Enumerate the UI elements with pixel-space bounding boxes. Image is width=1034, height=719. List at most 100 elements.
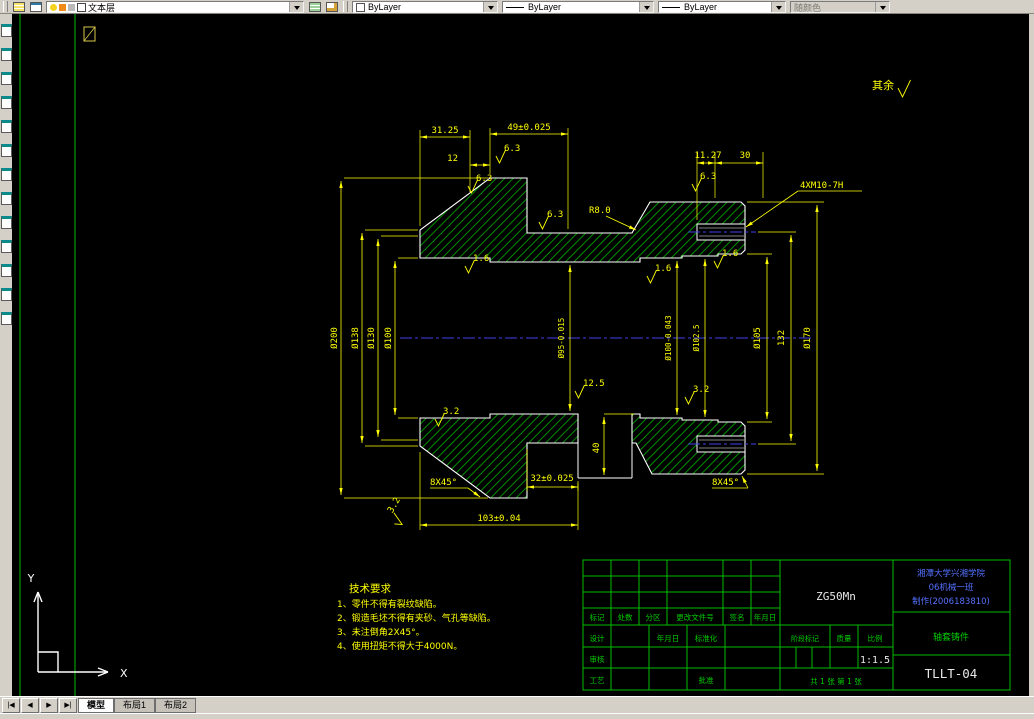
docked-icon[interactable] [1,168,12,181]
tech-note-4: 4、使用扭矩不得大于4000N。 [337,640,462,652]
dimension-texts: 31.25 49±0.025 12 11.27 30 4XM10-7H R8.0… [329,78,894,524]
docked-icon[interactable] [1,216,12,229]
layers-icon[interactable] [11,1,26,12]
linetype-dropdown-arrow[interactable] [639,2,653,12]
tapped-hole-bottom [688,435,756,453]
ucs-icon: Y X [27,572,128,680]
lineweight-sample [662,6,680,8]
current-linetype: ByLayer [528,2,562,12]
tb-scale-label: 比例 [868,633,883,643]
tb-process-label: 工艺 [590,676,605,685]
lineweight-dropdown-arrow[interactable] [771,2,785,12]
layer-lock-icon [68,3,75,11]
tb-design-label: 设计 [590,633,605,643]
tech-note-1: 1、零件不得有裂纹缺陷。 [337,598,442,610]
linetype-sample [506,6,524,8]
tech-note-2: 2、锻造毛坯不得有夹砂、气孔等缺陷。 [337,612,496,624]
docked-icon[interactable] [1,72,12,85]
dim-thread: 4XM10-7H [800,181,843,191]
docked-icon[interactable] [1,48,12,61]
tb-header-mark: 标记 [590,612,605,622]
tb-part-name: 轴套铸件 [933,631,969,643]
tb-class: 06机械一班 [929,582,974,593]
docked-icon[interactable] [1,192,12,205]
roughness-3-2-rotated: 3.2 [386,496,403,515]
roughness-3-2: 3.2 [693,385,709,395]
tech-note-3: 3、未注倒角2X45°。 [337,626,425,638]
title-block: 标记 处数 分区 更改文件号 签名 年月日 设计 年月日 标准化 审核 工艺 批… [582,559,1011,691]
dim-dia95: Ø95-0.015 [557,318,566,359]
linetype-dropdown[interactable]: ByLayer [502,1,654,13]
tb-date-label: 年月日 [657,633,680,643]
layer-dropdown[interactable]: 文本层 [46,1,304,13]
dim-dia100-left: Ø100 [383,327,394,349]
dim-40: 40 [592,443,602,454]
current-color: ByLayer [368,2,402,12]
dim-dia102-5: Ø102.5 [692,324,701,351]
dim-dia170: Ø170 [802,327,813,349]
tb-student-id: 制作(2006183810) [912,596,990,607]
tab-nav-prev[interactable]: ◀ [21,697,39,713]
tab-model[interactable]: 模型 [78,697,115,713]
make-layer-current-icon[interactable] [307,1,322,12]
roughness-6-3: 6.3 [547,210,563,220]
drawing-canvas[interactable]: 31.25 49±0.025 12 11.27 30 4XM10-7H R8.0… [12,13,1029,696]
tb-header-date: 年月日 [754,612,777,622]
toolbar-grip[interactable] [3,1,8,12]
tb-material: ZG50Mn [816,590,856,603]
dim-11-27: 11.27 [694,151,721,161]
docked-icon[interactable] [1,312,12,325]
tapped-hole-top [688,223,756,241]
sheet-frame [19,13,96,696]
docked-icon[interactable] [1,288,12,301]
tb-check-label: 审核 [590,654,605,664]
docked-icon[interactable] [1,96,12,109]
layer-dropdown-arrow[interactable] [289,2,303,12]
docked-icon[interactable] [1,264,12,277]
tb-drawing-number: TLLT-04 [925,666,978,681]
tb-sheet-note: 共 1 张 第 1 张 [810,676,862,686]
tab-nav-last[interactable]: ▶| [59,697,77,713]
tb-header-docno: 更改文件号 [676,612,714,622]
docked-icon[interactable] [1,144,12,157]
roughness-6-3: 6.3 [700,172,716,182]
current-plotstyle: 随颜色 [794,2,822,13]
layer-previous-icon[interactable] [324,1,339,12]
tab-layout1[interactable]: 布局1 [114,697,156,713]
ucs-y-label: Y [27,572,35,585]
dim-31-25: 31.25 [431,126,458,136]
dim-30: 30 [740,151,751,161]
tb-school: 湘潭大学兴湘学院 [917,568,986,579]
layer-states-icon[interactable] [28,1,43,12]
roughness-1-6: 1.6 [722,249,738,259]
plotstyle-dropdown-arrow [875,2,889,12]
model-space-canvas[interactable]: 31.25 49±0.025 12 11.27 30 4XM10-7H R8.0… [12,13,1029,696]
roughness-6-3: 6.3 [504,144,520,154]
tb-standard-label: 标准化 [695,633,718,643]
toolbar-grip-2[interactable] [343,1,348,12]
docked-icon[interactable] [1,120,12,133]
tb-weight-label: 质量 [837,633,852,643]
command-window-edge [0,713,1034,719]
tab-nav-next[interactable]: ▶ [40,697,58,713]
color-swatch [356,2,365,12]
dim-dia100-right: Ø100-0.043 [664,315,673,360]
roughness-1-6: 1.6 [655,264,671,274]
plotstyle-dropdown: 随颜色 [790,1,890,13]
roughness-12-5: 12.5 [583,379,605,389]
lineweight-dropdown[interactable]: ByLayer [658,1,786,13]
part-section [400,177,812,499]
tb-stage-label: 阶段标记 [791,634,819,643]
color-dropdown-arrow[interactable] [483,2,497,12]
dim-32: 32±0.025 [530,474,573,484]
docked-icon[interactable] [1,240,12,253]
tab-layout2[interactable]: 布局2 [155,697,197,713]
tab-nav-first[interactable]: |◀ [2,697,20,713]
docked-icon[interactable] [1,24,12,37]
layout-tab-bar: |◀ ◀ ▶ ▶| 模型 布局1 布局2 [0,696,1034,713]
tb-header-sign: 签名 [730,612,745,622]
dim-dia105: Ø105 [752,327,763,349]
rest-roughness-icon [897,79,911,99]
dim-dia130: Ø130 [366,327,377,349]
color-dropdown[interactable]: ByLayer [352,1,498,13]
